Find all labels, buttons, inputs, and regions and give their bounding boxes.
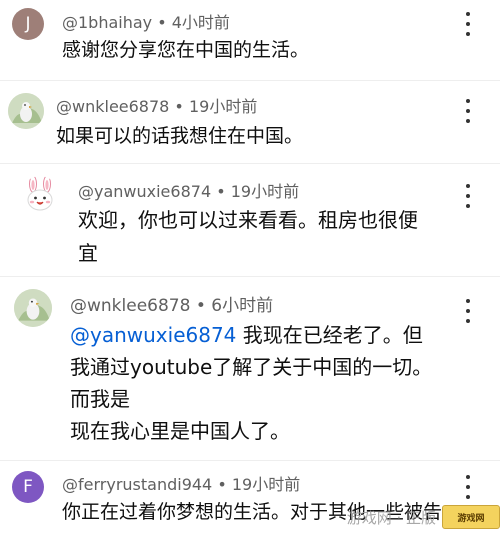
avatar[interactable] bbox=[8, 93, 44, 129]
comment-line: 欢迎，你也可以过来看看。租房也很便 bbox=[78, 208, 418, 232]
comment-author[interactable]: @wnklee6878 bbox=[70, 296, 190, 316]
comment-text: 感谢您分享您在中国的生活。 bbox=[62, 35, 309, 62]
meta-separator: • bbox=[169, 97, 189, 116]
comment-author[interactable]: @1bhaihay bbox=[62, 13, 152, 32]
avatar[interactable] bbox=[22, 176, 58, 212]
comment-meta: @wnklee6878 • 19小时前 bbox=[56, 93, 257, 117]
comment-text: 如果可以的话我想住在中国。 bbox=[56, 121, 303, 148]
meta-separator: • bbox=[152, 13, 172, 32]
comment-time[interactable]: 4小时前 bbox=[172, 13, 230, 32]
comment-time[interactable]: 19小时前 bbox=[232, 475, 300, 494]
more-options-icon[interactable] bbox=[463, 184, 473, 208]
comment-meta: @yanwuxie6874 • 19小时前 bbox=[78, 178, 299, 202]
comment-line: 而我是 bbox=[70, 387, 130, 411]
comment-line: 我现在已经老了。但 bbox=[236, 323, 423, 347]
avatar[interactable]: F bbox=[12, 471, 44, 503]
comment-line: 如果可以的话我想住在中国。 bbox=[56, 125, 304, 147]
comment-line: 我通过youtube了解了关于中国的一切。 bbox=[70, 355, 433, 379]
comment-3: @yanwuxie6874 • 19小时前 欢迎，你也可以过来看看。租房也很便 … bbox=[0, 164, 500, 276]
comment-text: 欢迎，你也可以过来看看。租房也很便 宜 bbox=[78, 204, 418, 270]
meta-separator: • bbox=[212, 475, 232, 494]
comment-1: J @1bhaihay • 4小时前 感谢您分享您在中国的生活。 bbox=[0, 0, 500, 80]
comment-author[interactable]: @wnklee6878 bbox=[56, 97, 169, 116]
comment-2: @wnklee6878 • 19小时前 如果可以的话我想住在中国。 bbox=[0, 81, 500, 163]
comment-time[interactable]: 19小时前 bbox=[189, 97, 257, 116]
comment-4: @wnklee6878 • 6小时前 @yanwuxie6874 我现在已经老了… bbox=[0, 277, 500, 460]
mention-link[interactable]: @yanwuxie6874 bbox=[70, 323, 236, 347]
comment-meta: @wnklee6878 • 6小时前 bbox=[70, 291, 273, 316]
avatar[interactable]: J bbox=[12, 8, 44, 40]
comment-line: 感谢您分享您在中国的生活。 bbox=[62, 39, 310, 61]
comment-line: 宜 bbox=[78, 241, 98, 265]
watermark: 游戏网 · 正版 游戏网 bbox=[310, 497, 500, 537]
more-options-icon[interactable] bbox=[463, 299, 473, 323]
more-options-icon[interactable] bbox=[463, 99, 473, 123]
watermark-text: 游戏网 · 正版 bbox=[346, 508, 436, 527]
more-options-icon[interactable] bbox=[463, 475, 473, 499]
comment-time[interactable]: 6小时前 bbox=[211, 296, 273, 316]
meta-separator: • bbox=[190, 296, 212, 316]
comment-line: 现在我心里是中国人了。 bbox=[70, 419, 290, 443]
comment-meta: @ferryrustandi944 • 19小时前 bbox=[62, 471, 300, 495]
meta-separator: • bbox=[211, 182, 231, 201]
avatar-letter: J bbox=[25, 14, 31, 34]
avatar-letter: F bbox=[23, 477, 33, 497]
comment-author[interactable]: @ferryrustandi944 bbox=[62, 475, 212, 494]
bird-avatar-icon bbox=[8, 93, 44, 129]
comment-author[interactable]: @yanwuxie6874 bbox=[78, 182, 211, 201]
watermark-logo-text: 游戏网 bbox=[457, 513, 485, 524]
comment-text: @yanwuxie6874 我现在已经老了。但 我通过youtube了解了关于中… bbox=[70, 319, 432, 447]
rabbit-avatar-icon bbox=[22, 176, 58, 212]
avatar[interactable] bbox=[14, 289, 52, 327]
more-options-icon[interactable] bbox=[463, 12, 473, 36]
comment-time[interactable]: 19小时前 bbox=[231, 182, 299, 201]
watermark-logo: 游戏网 bbox=[442, 505, 500, 529]
bird-avatar-icon bbox=[14, 289, 52, 327]
comment-line-1: @yanwuxie6874 我现在已经老了。但 bbox=[70, 319, 432, 351]
comment-meta: @1bhaihay • 4小时前 bbox=[62, 9, 230, 33]
